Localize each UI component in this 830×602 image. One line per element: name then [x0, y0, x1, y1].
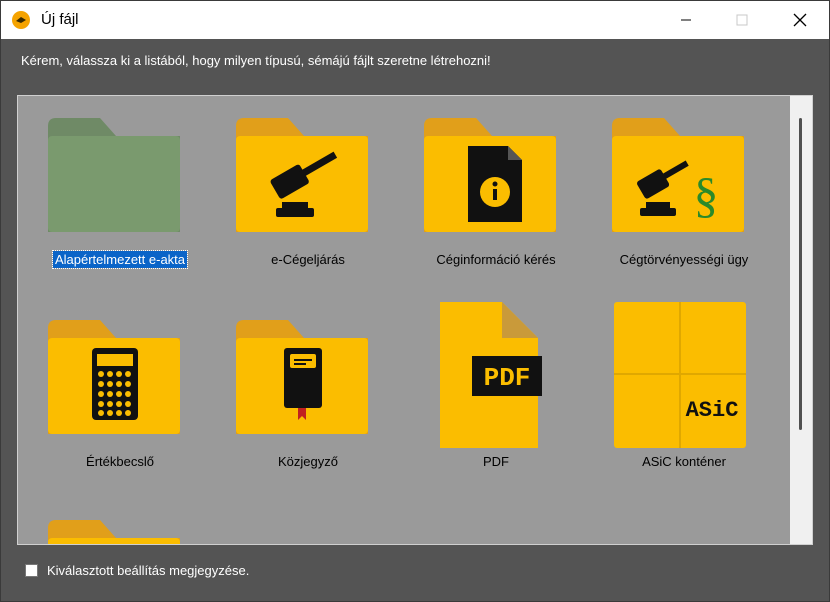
info-document-folder-icon — [424, 118, 556, 232]
file-type-list[interactable]: Alapértelmezett e-akta e-Cégeljárás Cégi… — [17, 95, 813, 545]
folder-icon — [48, 520, 180, 544]
vertical-scrollbar[interactable] — [790, 96, 812, 544]
list-item-label: PDF — [483, 454, 509, 469]
list-item-ceginformacio[interactable]: Céginformáció kérés — [406, 112, 586, 302]
list-item-cegtorvenyessegi[interactable]: § Cégtörvényességi ügy — [594, 112, 774, 302]
list-item-default-eakta[interactable]: Alapértelmezett e-akta — [30, 112, 210, 302]
list-item-asic[interactable]: ASiC ASiC konténer — [594, 296, 774, 486]
close-icon — [793, 13, 807, 27]
asic-badge: ASiC — [686, 398, 739, 423]
gavel-folder-icon — [236, 118, 368, 232]
instruction-text: Kérem, válassza ki a listából, hogy mily… — [21, 53, 491, 68]
list-item-partial[interactable] — [30, 514, 210, 544]
scrollbar-thumb[interactable] — [799, 118, 802, 430]
close-button[interactable] — [777, 1, 823, 39]
pdf-file-icon: PDF — [440, 302, 542, 448]
window-title: Új fájl — [41, 11, 79, 28]
remember-setting-checkbox[interactable] — [25, 564, 38, 577]
list-item-ertekbecslo[interactable]: Értékbecslő — [30, 314, 210, 504]
pdf-badge: PDF — [484, 363, 531, 393]
list-item-label: e-Cégeljárás — [271, 252, 345, 267]
new-file-dialog: Új fájl Kérem, válassza ki a listából, h… — [0, 0, 830, 602]
asic-container-icon: ASiC — [614, 302, 746, 448]
list-item-label: Alapértelmezett e-akta — [51, 250, 189, 269]
list-item-label: Céginformáció kérés — [436, 252, 556, 267]
minimize-icon — [681, 19, 691, 21]
svg-text:§: § — [694, 167, 719, 223]
calculator-folder-icon — [48, 320, 180, 434]
remember-setting-label: Kiválasztott beállítás megjegyzése. — [47, 563, 250, 578]
default-folder-icon — [48, 118, 180, 232]
list-item-e-cegeljaras[interactable]: e-Cégeljárás — [218, 112, 398, 302]
list-item-label: ASiC konténer — [642, 454, 726, 469]
minimize-button[interactable] — [663, 1, 709, 39]
list-item-kozjegyzo[interactable]: Közjegyző — [218, 314, 398, 504]
list-item-label: Értékbecslő — [86, 454, 154, 469]
list-item-pdf[interactable]: PDF PDF — [406, 296, 586, 486]
notebook-folder-icon — [236, 320, 368, 434]
list-item-label: Cégtörvényességi ügy — [619, 252, 749, 267]
maximize-button[interactable] — [719, 1, 765, 39]
maximize-icon — [736, 14, 748, 26]
title-bar: Új fájl — [1, 1, 829, 39]
list-item-label: Közjegyző — [278, 454, 338, 469]
gavel-paragraph-folder-icon: § — [612, 118, 744, 232]
app-logo-icon — [12, 11, 30, 29]
